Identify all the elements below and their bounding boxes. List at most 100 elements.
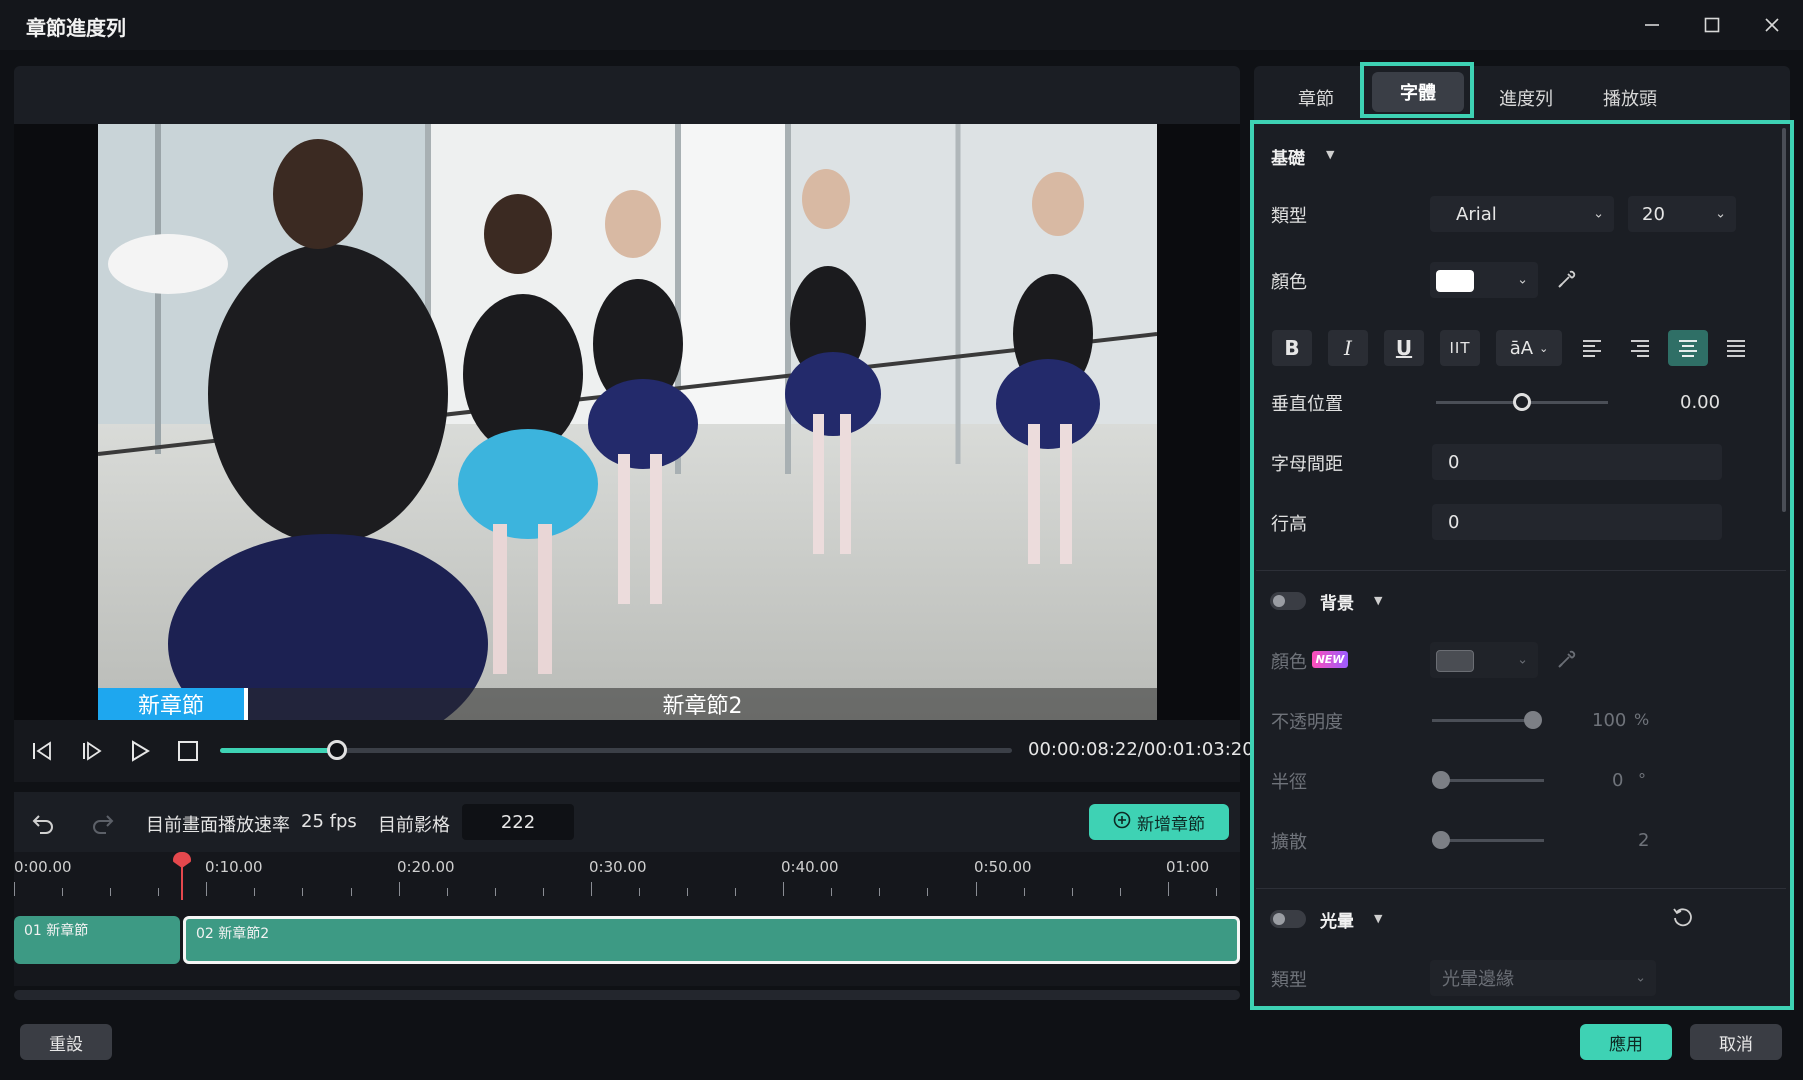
ruler-tick [542,888,544,896]
background-section-title[interactable]: 背景 [1320,589,1354,614]
tab-progress-bar[interactable]: 進度列 [1474,80,1578,116]
caret-down-icon[interactable]: ▼ [1374,594,1382,607]
italic-button[interactable]: I [1328,330,1368,366]
underline-button[interactable]: U [1384,330,1424,366]
align-left-icon[interactable] [1572,330,1612,366]
chevron-down-icon: ⌄ [1517,652,1528,668]
spread-value: 2 [1638,830,1650,851]
glow-type-select[interactable]: 光暈邊緣 ⌄ [1430,960,1656,996]
text-case-label: āA [1509,337,1534,359]
glow-toggle[interactable] [1270,910,1306,928]
tab-chapter[interactable]: 章節 [1268,80,1364,116]
ruler-tick [446,888,448,896]
vertical-position-handle[interactable] [1513,393,1531,411]
ruler-tick [1215,888,1217,896]
chapter-clip-1[interactable]: 01 新章節 [14,916,180,964]
radius-handle[interactable] [1432,771,1450,789]
ruler-tick [1071,888,1073,896]
opacity-handle[interactable] [1524,711,1542,729]
prev-frame-icon[interactable] [24,736,60,766]
preview-chapter-2: 新章節2 [248,688,1157,720]
ruler-tick [110,888,112,896]
title-bar [0,0,1803,50]
ruler-tick [1119,888,1121,896]
radius-unit: ° [1638,770,1646,789]
letter-spacing-label: 字母間距 [1271,454,1343,475]
redo-icon[interactable] [86,806,120,840]
radius-label: 半徑 [1271,772,1307,793]
add-circle-icon [1113,811,1131,834]
line-height-input[interactable]: 0 [1432,504,1722,540]
add-chapter-label: 新增章節 [1137,814,1205,835]
tab-font[interactable]: 字體 [1372,72,1464,112]
ruler-tick [14,882,15,896]
maximize-icon[interactable] [1692,8,1732,42]
ruler-tick [494,888,496,896]
text-case-button[interactable]: āA ⌄ [1496,330,1562,366]
eyedropper-icon[interactable] [1556,268,1578,294]
next-frame-icon[interactable] [74,736,110,766]
ruler-tick [1167,882,1169,896]
font-family-select[interactable]: Arial ⌄ [1430,196,1614,232]
play-icon[interactable] [122,736,158,766]
font-size-select[interactable]: 20 ⌄ [1628,196,1736,232]
ruler-tick [254,888,256,896]
font-color-picker[interactable]: ⌄ [1430,262,1538,298]
reset-button[interactable]: 重設 [20,1024,112,1060]
minimize-icon[interactable] [1632,8,1672,42]
font-size-value: 20 [1642,203,1665,225]
spread-handle[interactable] [1432,831,1450,849]
align-center-icon[interactable] [1668,330,1708,366]
chevron-down-icon: ⌄ [1635,970,1646,986]
ruler-label: 0:00.00 [14,858,72,876]
cancel-button[interactable]: 取消 [1690,1024,1782,1060]
ruler-label: 0:30.00 [589,858,647,876]
ruler-label: 0:50.00 [974,858,1032,876]
align-right-icon[interactable] [1620,330,1660,366]
close-icon[interactable] [1752,8,1792,42]
spread-label: 擴散 [1271,832,1307,853]
current-frame-input[interactable]: 222 [462,804,574,840]
ruler-tick [927,888,929,896]
ruler-label: 0:20.00 [397,858,455,876]
timeline-scrollbar[interactable] [14,990,1240,1000]
apply-button[interactable]: 應用 [1580,1024,1672,1060]
ruler-tick [302,888,304,896]
reset-icon[interactable] [1672,906,1694,932]
background-toggle[interactable] [1270,592,1306,610]
opacity-slider[interactable] [1432,719,1536,722]
basic-section-title[interactable]: 基礎 [1271,144,1305,169]
ruler-tick [1023,888,1025,896]
align-justify-icon[interactable] [1716,330,1756,366]
ruler-tick [638,888,640,896]
letter-spacing-input[interactable]: 0 [1432,444,1722,480]
glow-section-title[interactable]: 光暈 [1320,907,1354,932]
opacity-unit: % [1634,710,1650,729]
font-color-label: 顏色 [1271,272,1307,293]
undo-icon[interactable] [26,806,60,840]
ruler-label: 0:10.00 [205,858,263,876]
window-title: 章節進度列 [26,16,126,40]
ruler-tick [783,882,785,896]
char-spacing-button[interactable]: IIT [1440,330,1480,366]
caret-down-icon[interactable]: ▼ [1374,912,1382,925]
ruler-tick [590,882,592,896]
panel-scrollbar[interactable] [1782,128,1786,512]
bold-button[interactable]: B [1272,330,1312,366]
playback-rate-label: 目前畫面播放速率 [146,815,290,836]
ruler-tick [158,888,160,896]
chapter-clip-2[interactable]: 02 新章節2 [183,916,1240,964]
stop-icon[interactable] [170,736,206,766]
ruler-label: 01:00 [1166,858,1210,876]
section-divider [1256,888,1786,889]
ruler-tick [831,888,833,896]
caret-down-icon[interactable]: ▼ [1326,148,1334,161]
ruler-tick [62,888,64,896]
ruler-tick [879,888,881,896]
add-chapter-button[interactable]: 新增章節 [1089,804,1229,840]
vertical-position-label: 垂直位置 [1271,394,1343,415]
eyedropper-icon[interactable] [1556,648,1578,674]
tab-playhead[interactable]: 播放頭 [1578,80,1682,116]
font-settings-panel [1250,120,1794,1010]
bg-color-picker[interactable]: ⌄ [1430,642,1538,678]
